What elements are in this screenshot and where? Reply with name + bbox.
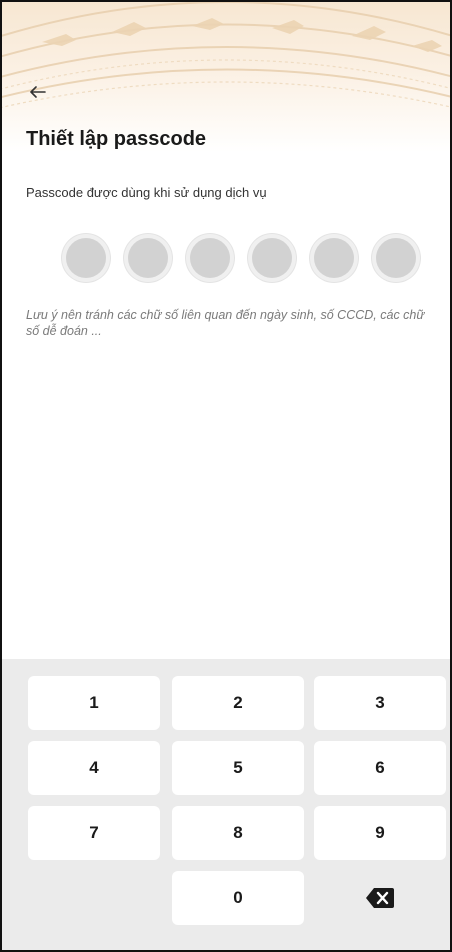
- key-1[interactable]: 1: [28, 676, 160, 730]
- numeric-keypad: 1 2 3 4 5 6 7 8 9 0: [2, 659, 450, 950]
- arrow-left-icon: [30, 86, 46, 98]
- passcode-dot: [376, 238, 416, 278]
- key-0[interactable]: 0: [172, 871, 304, 925]
- key-4[interactable]: 4: [28, 741, 160, 795]
- key-6[interactable]: 6: [314, 741, 446, 795]
- passcode-dot: [314, 238, 354, 278]
- delete-button[interactable]: [314, 871, 446, 925]
- key-7[interactable]: 7: [28, 806, 160, 860]
- key-3[interactable]: 3: [314, 676, 446, 730]
- key-5[interactable]: 5: [172, 741, 304, 795]
- back-button[interactable]: [24, 80, 52, 104]
- backspace-icon: [366, 888, 394, 908]
- passcode-dot: [66, 238, 106, 278]
- screen: Thiết lập passcode Passcode được dùng kh…: [0, 0, 452, 952]
- passcode-dot: [190, 238, 230, 278]
- passcode-dots: [66, 238, 416, 278]
- passcode-hint: Lưu ý nên tránh các chữ số liên quan đến…: [26, 308, 425, 338]
- passcode-dot: [252, 238, 292, 278]
- passcode-dot: [128, 238, 168, 278]
- page-title: Thiết lập passcode: [26, 128, 207, 150]
- key-2[interactable]: 2: [172, 676, 304, 730]
- page-subtitle: Passcode được dùng khi sử dụng dịch vụ: [26, 185, 267, 200]
- key-8[interactable]: 8: [172, 806, 304, 860]
- key-9[interactable]: 9: [314, 806, 446, 860]
